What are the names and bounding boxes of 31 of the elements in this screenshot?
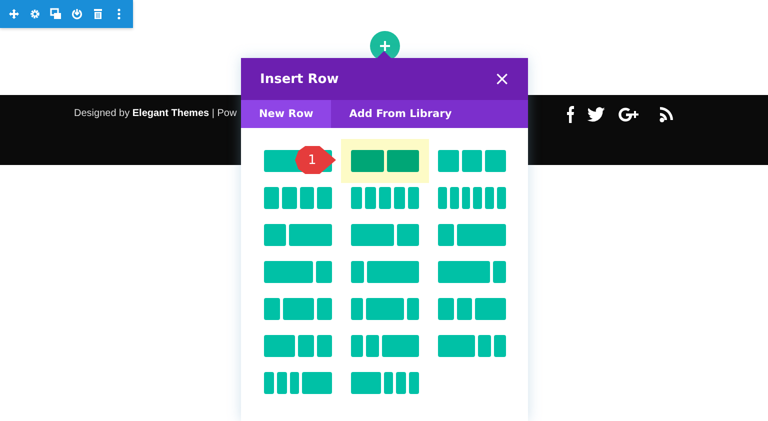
row-layout-option[interactable] — [264, 372, 332, 394]
row-layout-option[interactable] — [351, 298, 419, 320]
row-layout-option[interactable] — [264, 261, 332, 283]
row-layout-option[interactable] — [264, 298, 332, 320]
trash-icon[interactable] — [92, 8, 104, 20]
tab[interactable]: New Row — [241, 100, 332, 128]
row-layout-option[interactable] — [341, 139, 429, 183]
row-layout-option[interactable] — [351, 261, 419, 283]
close-button[interactable]: × — [494, 70, 510, 88]
plus-icon — [380, 41, 390, 51]
callout-marker: 1 — [295, 146, 336, 174]
row-layout-option[interactable] — [438, 187, 506, 209]
row-layout-option[interactable] — [438, 335, 506, 357]
row-layout-option[interactable] — [351, 335, 419, 357]
row-layout-option[interactable] — [351, 372, 419, 394]
settings-icon[interactable] — [29, 8, 41, 20]
duplicate-icon[interactable] — [50, 8, 62, 20]
row-layout-option[interactable] — [351, 187, 419, 209]
row-layout-option[interactable] — [438, 298, 506, 320]
row-layout-option[interactable] — [351, 224, 419, 246]
row-layout-option[interactable] — [438, 150, 506, 172]
footer-credit: Designed by Elegant Themes | Pow — [74, 107, 238, 121]
row-layout-option[interactable] — [264, 187, 332, 209]
tab[interactable]: Add From Library — [331, 100, 470, 128]
row-layout-option[interactable] — [438, 224, 506, 246]
power-icon[interactable] — [71, 8, 83, 20]
move-icon[interactable] — [8, 8, 20, 20]
row-layout-option[interactable] — [264, 224, 332, 246]
row-layout-option[interactable] — [264, 335, 332, 357]
row-layout-option[interactable] — [438, 261, 506, 283]
dialog-title: Insert Row — [260, 72, 339, 86]
